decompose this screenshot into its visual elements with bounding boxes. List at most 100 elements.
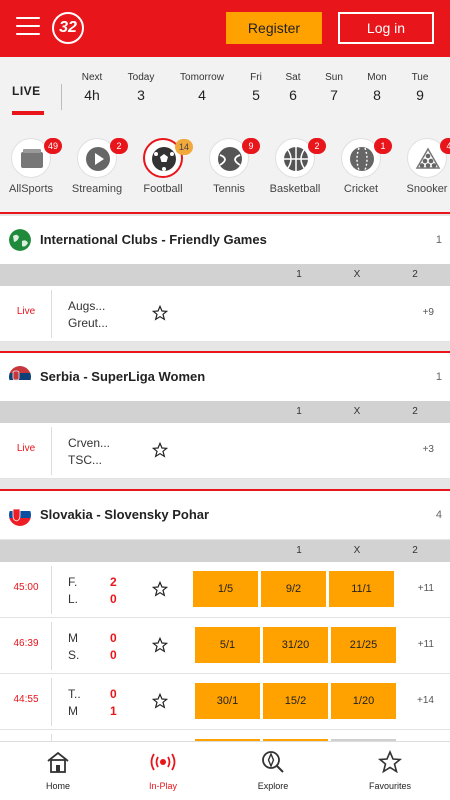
nav-favourites[interactable]: Favourites: [335, 749, 445, 791]
cricket-icon: [350, 147, 374, 171]
odds-button-away[interactable]: 1/20: [331, 683, 396, 719]
favourite-star-icon[interactable]: [152, 693, 168, 709]
sport-label: Football: [143, 183, 183, 195]
match-row[interactable]: Live Crven... TSC... +3: [0, 423, 450, 479]
more-markets-link[interactable]: +11: [418, 639, 434, 650]
nav-home[interactable]: Home: [3, 750, 113, 791]
sport-count-badge: 2: [308, 138, 326, 154]
more-markets-link[interactable]: +3: [423, 444, 434, 455]
match-row[interactable]: Live Augs... Greut... +9: [0, 286, 450, 342]
day-label: Tue: [411, 72, 429, 83]
nav-explore[interactable]: Explore: [218, 750, 328, 791]
sport-streaming[interactable]: 2 Streaming: [62, 138, 132, 195]
col-1-label: 1: [296, 406, 302, 417]
date-navigation: LIVE Next 4h Today 3 Tomorrow 4 Fri 5 Sat 6 S…: [0, 57, 450, 124]
play-icon: [86, 147, 110, 171]
home-team: Crven...: [68, 436, 111, 450]
home-team: T..: [68, 687, 81, 701]
sport-label: Cricket: [343, 183, 379, 195]
match-time: 44:55: [13, 694, 39, 705]
sport-cricket[interactable]: 1 Cricket: [326, 138, 396, 195]
away-team: L.: [68, 592, 79, 606]
more-markets-link[interactable]: +14: [417, 695, 434, 706]
tab-live[interactable]: LIVE: [12, 84, 41, 98]
col-1-label: 1: [296, 269, 302, 280]
brand-logo[interactable]: 32: [52, 12, 84, 44]
star-icon: [377, 749, 403, 774]
league-header[interactable]: International Clubs - Friendly Games 1: [0, 216, 450, 264]
day-label: Next: [81, 72, 103, 83]
day-tab[interactable]: Next 4h: [67, 72, 117, 103]
odds-button-draw[interactable]: 9/2: [261, 571, 326, 607]
home-icon: [47, 751, 69, 773]
sport-icon-circle: 9: [209, 138, 260, 178]
active-tab-indicator: [12, 111, 44, 115]
day-label: Tomorrow: [180, 72, 224, 83]
more-markets-link[interactable]: +11: [418, 583, 434, 594]
sport-football[interactable]: 14 Football: [128, 138, 198, 195]
menu-icon[interactable]: [16, 17, 40, 35]
league-name: Serbia - SuperLiga Women: [40, 369, 206, 384]
odds-button-draw[interactable]: 31/20: [263, 627, 328, 663]
col-2-label: 2: [412, 406, 418, 417]
divider: [51, 678, 52, 726]
sports-carousel[interactable]: 49 AllSports 2 Streaming 14 Football 9 T…: [0, 124, 450, 214]
match-row[interactable]: 46:39 M S. 0 0 5/1 31/20 21/25 +11: [0, 618, 450, 674]
slovakia-flag-icon: [9, 504, 31, 526]
match-row[interactable]: 44:55 T.. M 0 1 30/1 15/2 1/20 +14: [0, 674, 450, 730]
sport-icon-circle: 2: [77, 138, 128, 178]
home-score: 0: [110, 687, 117, 701]
col-x-label: X: [353, 545, 361, 556]
sport-allsports[interactable]: 49 AllSports: [0, 138, 66, 195]
broadcast-icon: [150, 753, 176, 771]
odds-button-home[interactable]: 5/1: [195, 627, 260, 663]
sport-snooker[interactable]: 4 Snooker: [392, 138, 450, 195]
league-header[interactable]: Serbia - SuperLiga Women 1: [0, 353, 450, 401]
league-header[interactable]: Slovakia - Slovensky Pohar 4: [0, 491, 450, 539]
match-time: Live: [16, 443, 36, 454]
more-markets-link[interactable]: +9: [423, 307, 434, 318]
odds-button-home[interactable]: 1/5: [193, 571, 258, 607]
sport-tennis[interactable]: 9 Tennis: [194, 138, 264, 195]
col-x-label: X: [353, 269, 361, 280]
sport-icon-circle: 49: [11, 138, 62, 178]
away-score: 0: [110, 648, 117, 662]
odds-button-home[interactable]: 30/1: [195, 683, 260, 719]
nav-label: Explore: [257, 781, 289, 791]
nav-label: Home: [45, 781, 70, 791]
day-value: 3: [137, 87, 145, 103]
sport-count-badge: 49: [44, 138, 62, 154]
sport-icon-circle: 4: [407, 138, 450, 178]
league-name: International Clubs - Friendly Games: [40, 232, 267, 247]
login-button[interactable]: Log in: [338, 12, 434, 44]
odds-button-away[interactable]: 21/25: [331, 627, 396, 663]
snooker-icon: [415, 147, 441, 169]
league-name: Slovakia - Slovensky Pohar: [40, 507, 210, 522]
favourite-star-icon[interactable]: [152, 305, 168, 321]
home-score: 2: [110, 575, 117, 589]
bottom-navigation: Home In-Play Explore Favourites: [0, 741, 450, 800]
register-button[interactable]: Register: [226, 12, 322, 44]
odds-button-away[interactable]: 11/1: [329, 571, 394, 607]
nav-in-play[interactable]: In-Play: [108, 750, 218, 791]
sport-label: Tennis: [213, 183, 245, 195]
globe-icon: [9, 229, 31, 251]
nav-label: In-Play: [148, 781, 177, 791]
match-row[interactable]: 45:00 F. L. 2 0 1/5 9/2 11/1 +11: [0, 562, 450, 618]
favourite-star-icon[interactable]: [152, 581, 168, 597]
sport-label: Snooker: [406, 183, 448, 195]
folder-icon: [21, 149, 43, 168]
favourite-star-icon[interactable]: [152, 637, 168, 653]
favourite-star-icon[interactable]: [152, 442, 168, 458]
day-tab[interactable]: Tomorrow 4: [177, 72, 227, 103]
odds-button-draw[interactable]: 15/2: [263, 683, 328, 719]
league-match-count: 1: [435, 234, 442, 246]
day-tab[interactable]: Tue 9: [395, 72, 445, 103]
sport-basketball[interactable]: 2 Basketball: [260, 138, 330, 195]
day-tab[interactable]: Today 3: [116, 72, 166, 103]
odds-column-header: 1 X 2: [0, 401, 450, 423]
sport-label: AllSports: [8, 183, 54, 195]
day-value: 9: [416, 87, 424, 103]
divider: [51, 427, 52, 475]
odds-column-header: 1 X 2: [0, 264, 450, 286]
